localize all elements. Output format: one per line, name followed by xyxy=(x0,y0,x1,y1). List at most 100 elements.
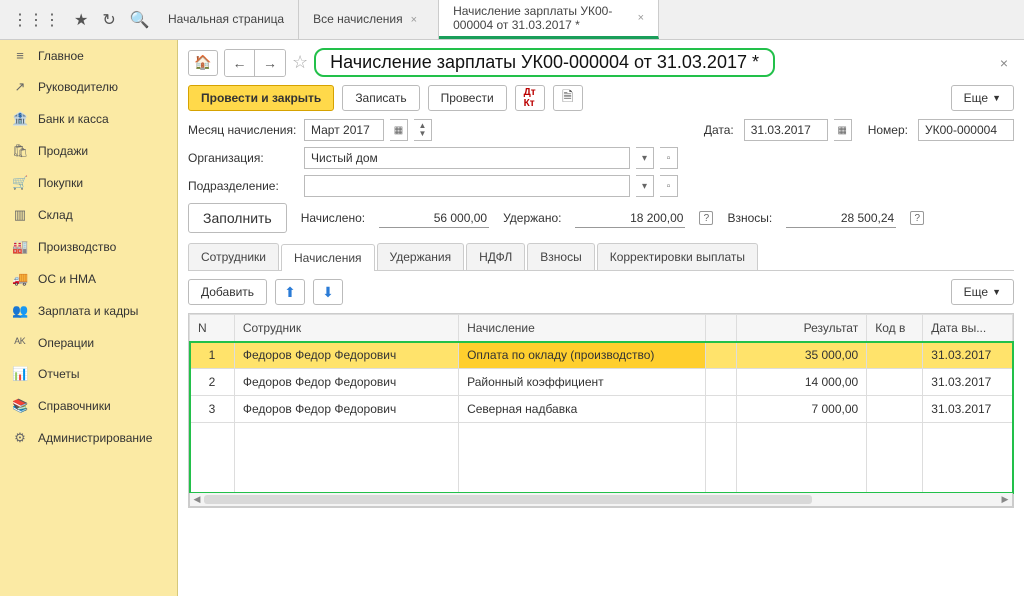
month-stepper[interactable]: ▲▼ xyxy=(414,119,432,141)
sidebar-item-label: Главное xyxy=(38,49,84,63)
sidebar-item-label: Банк и касса xyxy=(38,112,109,126)
sidebar-item-stock[interactable]: ▥Склад xyxy=(0,199,177,231)
table-row[interactable]: 3 Федоров Федор Федорович Северная надба… xyxy=(190,396,1013,423)
search-icon[interactable]: 🔍 xyxy=(130,10,150,30)
help-icon[interactable]: ? xyxy=(910,211,924,225)
subtab-contrib[interactable]: Взносы xyxy=(527,243,594,270)
sidebar-item-production[interactable]: 🏭 Производство xyxy=(0,231,177,263)
accrued-label: Начислено: xyxy=(301,211,365,225)
subtab-withholdings[interactable]: Удержания xyxy=(377,243,465,270)
cell-code xyxy=(867,369,923,396)
sidebar-item-label: Производство xyxy=(38,240,116,254)
more-button[interactable]: Еще ▼ xyxy=(951,85,1014,111)
date-label: Дата: xyxy=(704,123,734,137)
organization-field[interactable]: Чистый дом xyxy=(304,147,630,169)
cell-accrual: Северная надбавка xyxy=(459,396,706,423)
save-button[interactable]: Записать xyxy=(342,85,419,111)
tab-home[interactable]: Начальная страница xyxy=(154,0,299,39)
sidebar-item-sales[interactable]: 🛍Продажи xyxy=(0,135,177,167)
grid-more-button[interactable]: Еще ▼ xyxy=(951,279,1014,305)
dropdown-icon[interactable]: ▾ xyxy=(636,175,654,197)
scrollbar-thumb[interactable] xyxy=(204,495,812,504)
close-document-button[interactable]: × xyxy=(994,55,1014,71)
nav-back-button[interactable]: ← xyxy=(225,50,255,76)
number-field[interactable]: УК00-000004 xyxy=(918,119,1014,141)
col-accrual[interactable]: Начисление xyxy=(459,315,706,342)
people-icon: 👥 xyxy=(12,303,28,319)
sidebar-item-bank[interactable]: 🏦 Банк и касса xyxy=(0,103,177,135)
move-up-button[interactable]: ⬆ xyxy=(275,279,305,305)
month-picker-button[interactable]: ▦ xyxy=(390,119,408,141)
sidebar-item-main[interactable]: ≡Главное xyxy=(0,40,177,71)
star-icon[interactable]: ★ xyxy=(74,10,88,30)
sidebar-item-label: Склад xyxy=(38,208,73,222)
add-row-button[interactable]: Добавить xyxy=(188,279,267,305)
subtab-accruals[interactable]: Начисления xyxy=(281,244,375,271)
table-row[interactable]: 1 Федоров Федор Федорович Оплата по окла… xyxy=(190,342,1013,369)
sidebar-item-fixed-assets[interactable]: 🚚ОС и НМА xyxy=(0,263,177,295)
cell-employee: Федоров Федор Федорович xyxy=(234,369,458,396)
col-n[interactable]: N xyxy=(190,315,235,342)
col-date[interactable]: Дата вы... xyxy=(923,315,1013,342)
tab-all-accruals[interactable]: Все начисления × xyxy=(299,0,439,39)
gear-icon: ⚙ xyxy=(12,430,28,446)
accruals-grid: N Сотрудник Начисление Результат Код в Д… xyxy=(188,313,1014,508)
cell-result: 7 000,00 xyxy=(737,396,867,423)
sidebar-item-admin[interactable]: ⚙Администрирование xyxy=(0,422,177,454)
home-button[interactable]: 🏠 xyxy=(188,50,218,76)
print-button[interactable]: 🗎 xyxy=(553,85,583,111)
col-result[interactable]: Результат xyxy=(737,315,867,342)
help-icon[interactable]: ? xyxy=(699,211,713,225)
scroll-left-icon[interactable]: ◀ xyxy=(190,493,204,506)
bank-icon: 🏦 xyxy=(12,111,28,127)
sidebar-item-manager[interactable]: ↗Руководителю xyxy=(0,71,177,103)
scroll-right-icon[interactable]: ▶ xyxy=(998,493,1012,506)
cell-accrual[interactable]: Оплата по окладу (производство) xyxy=(459,342,706,369)
grid-header-row: N Сотрудник Начисление Результат Код в Д… xyxy=(190,315,1013,342)
horizontal-scrollbar[interactable]: ◀ ▶ xyxy=(189,493,1013,507)
favorite-icon[interactable]: ☆ xyxy=(292,52,308,73)
withheld-value: 18 200,00 xyxy=(575,209,685,228)
sidebar-item-purchases[interactable]: 🛒Покупки xyxy=(0,167,177,199)
move-down-button[interactable]: ⬇ xyxy=(313,279,343,305)
post-button[interactable]: Провести xyxy=(428,85,507,111)
subtab-employees[interactable]: Сотрудники xyxy=(188,243,279,270)
sidebar-item-label: ОС и НМА xyxy=(38,272,96,286)
subtab-corrections[interactable]: Корректировки выплаты xyxy=(597,243,758,270)
sidebar-item-salary[interactable]: 👥Зарплата и кадры xyxy=(0,295,177,327)
table-row[interactable] xyxy=(190,423,1013,493)
close-icon[interactable]: × xyxy=(411,14,417,26)
history-icon[interactable]: ↻ xyxy=(102,10,115,30)
date-field[interactable]: 31.03.2017 xyxy=(744,119,828,141)
sidebar-item-label: Справочники xyxy=(38,399,111,413)
department-field[interactable] xyxy=(304,175,630,197)
month-field[interactable]: Март 2017 xyxy=(304,119,384,141)
cell-employee: Федоров Федор Федорович xyxy=(234,396,458,423)
sidebar-item-label: Продажи xyxy=(38,144,88,158)
post-and-close-button[interactable]: Провести и закрыть xyxy=(188,85,334,111)
fill-button[interactable]: Заполнить xyxy=(188,203,287,233)
sidebar-item-reports[interactable]: 📊Отчеты xyxy=(0,358,177,390)
cell-result: 14 000,00 xyxy=(737,369,867,396)
factory-icon: 🏭 xyxy=(12,239,28,255)
table-row[interactable]: 2 Федоров Федор Федорович Районный коэфф… xyxy=(190,369,1013,396)
dtkt-button[interactable]: ДтКт xyxy=(515,85,545,111)
sidebar-item-operations[interactable]: ᴬᴷОперации xyxy=(0,327,177,358)
dropdown-icon[interactable]: ▾ xyxy=(636,147,654,169)
col-spacer[interactable] xyxy=(705,315,736,342)
date-picker-button[interactable]: ▦ xyxy=(834,119,852,141)
close-icon[interactable]: × xyxy=(638,12,644,24)
books-icon: 📚 xyxy=(12,398,28,414)
subtab-ndfl[interactable]: НДФЛ xyxy=(466,243,525,270)
page-title: Начисление зарплаты УК00-000004 от 31.03… xyxy=(314,48,775,77)
col-code[interactable]: Код в xyxy=(867,315,923,342)
col-employee[interactable]: Сотрудник xyxy=(234,315,458,342)
open-ref-button[interactable]: ▫ xyxy=(660,175,678,197)
withheld-label: Удержано: xyxy=(503,211,561,225)
nav-forward-button[interactable]: → xyxy=(255,50,285,76)
sidebar-item-directories[interactable]: 📚 Справочники xyxy=(0,390,177,422)
tab-document[interactable]: Начисление зарплаты УК00-000004 от 31.03… xyxy=(439,0,659,39)
open-ref-button[interactable]: ▫ xyxy=(660,147,678,169)
cart-icon: 🛒 xyxy=(12,175,28,191)
apps-icon[interactable]: ⋮⋮⋮ xyxy=(12,10,60,30)
